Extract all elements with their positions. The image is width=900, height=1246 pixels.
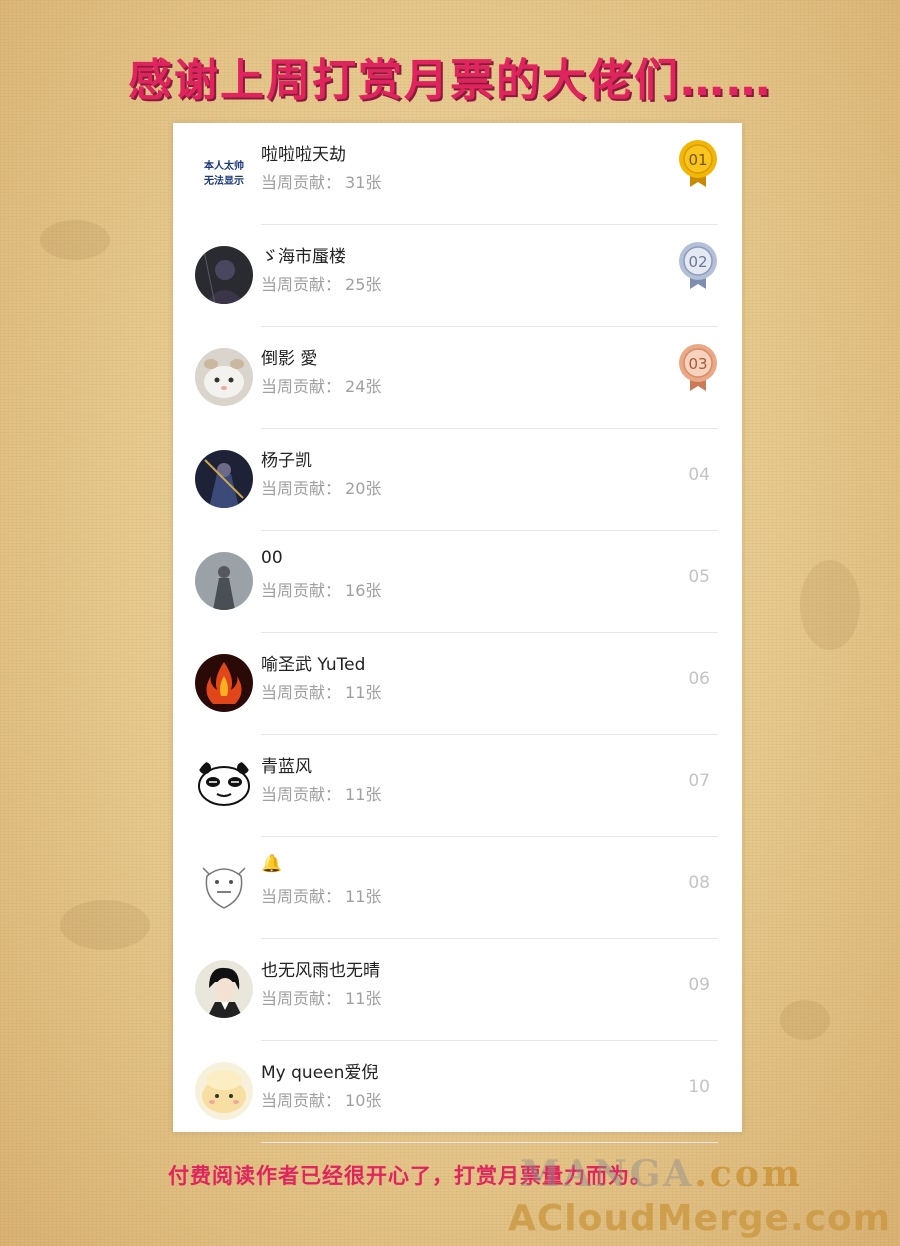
avatar — [195, 756, 253, 814]
vote-count: 16张 — [345, 581, 382, 600]
contribution: 当周贡献： 24张 — [261, 373, 381, 397]
rank-number: 05 — [688, 567, 710, 587]
avatar — [195, 246, 253, 304]
avatar: 本人太帅 无法显示 — [195, 144, 253, 202]
user-name: 也无风雨也无晴 — [261, 961, 380, 981]
leaderboard-row[interactable]: ゞ海市蜃楼 当周贡献： 25张 02 — [173, 225, 742, 327]
vote-count: 11张 — [345, 989, 382, 1008]
avatar — [195, 348, 253, 406]
watermark: MANGA.com — [520, 1153, 803, 1195]
contribution-label: 当周贡献： — [261, 989, 342, 1008]
silver-medal-icon: 02 — [678, 241, 718, 291]
avatar — [195, 960, 253, 1018]
leaderboard-card: 本人太帅 无法显示 啦啦啦天劫 当周贡献： 31张 01 ゞ海市蜃楼 当周贡献：… — [173, 123, 742, 1143]
svg-text:本人太帅: 本人太帅 — [204, 159, 244, 172]
paper-stain — [780, 1000, 830, 1040]
rank-number: 04 — [688, 465, 710, 485]
rank-number: 10 — [688, 1077, 710, 1097]
watermark-text: MANGA — [520, 1153, 695, 1195]
watermark-text: .com — [694, 1153, 803, 1195]
contribution: 当周贡献： 11张 — [261, 679, 381, 703]
rank-number: 03 — [688, 355, 707, 373]
avatar — [195, 858, 253, 916]
contribution-label: 当周贡献： — [261, 275, 342, 294]
user-name: 青蓝风 — [261, 757, 312, 777]
rank-number: 09 — [688, 975, 710, 995]
contribution: 当周贡献： 25张 — [261, 271, 381, 295]
user-name: ゞ海市蜃楼 — [261, 247, 346, 267]
contribution: 当周贡献： 10张 — [261, 1087, 381, 1111]
paper-stain — [800, 560, 860, 650]
rank-number: 02 — [688, 253, 707, 271]
rank-number: 01 — [688, 151, 707, 169]
contribution: 当周贡献： 11张 — [261, 781, 381, 805]
contribution-label: 当周贡献： — [261, 173, 342, 192]
leaderboard-row[interactable]: 杨子凯 当周贡献： 20张 04 — [173, 429, 742, 531]
contribution-label: 当周贡献： — [261, 785, 342, 804]
vote-count: 25张 — [345, 275, 382, 294]
contribution: 当周贡献： 31张 — [261, 169, 381, 193]
avatar — [195, 450, 253, 508]
user-name: 00 — [261, 548, 283, 568]
contribution-label: 当周贡献： — [261, 887, 342, 906]
vote-count: 11张 — [345, 683, 382, 702]
vote-count: 11张 — [345, 887, 382, 906]
rank-number: 08 — [688, 873, 710, 893]
contribution-label: 当周贡献： — [261, 479, 342, 498]
leaderboard-row[interactable]: My queen爱倪 当周贡献： 10张 10 — [173, 1041, 742, 1143]
paper-stain — [60, 900, 150, 950]
leaderboard-row[interactable]: 也无风雨也无晴 当周贡献： 11张 09 — [173, 939, 742, 1041]
contribution: 当周贡献： 20张 — [261, 475, 381, 499]
avatar — [195, 552, 253, 610]
avatar — [195, 1062, 253, 1120]
vote-count: 24张 — [345, 377, 382, 396]
leaderboard-row[interactable]: 青蓝风 当周贡献： 11张 07 — [173, 735, 742, 837]
divider — [261, 1142, 718, 1143]
contribution-label: 当周贡献： — [261, 1091, 342, 1110]
vote-count: 20张 — [345, 479, 382, 498]
user-name: 喻圣武 YuTed — [261, 655, 366, 675]
leaderboard-row[interactable]: 倒影 愛 当周贡献： 24张 03 — [173, 327, 742, 429]
leaderboard-row[interactable]: 00 当周贡献： 16张 05 — [173, 531, 742, 633]
contribution: 当周贡献： 11张 — [261, 883, 381, 907]
page-title: 感谢上周打赏月票的大佬们…… — [128, 55, 772, 106]
user-name: 啦啦啦天劫 — [261, 145, 346, 165]
leaderboard-row[interactable]: 🔔 当周贡献： 11张 08 — [173, 837, 742, 939]
rank-number: 06 — [688, 669, 710, 689]
user-name: 杨子凯 — [261, 451, 312, 471]
vote-count: 11张 — [345, 785, 382, 804]
paper-stain — [40, 220, 110, 260]
contribution: 当周贡献： 11张 — [261, 985, 381, 1009]
user-name: 倒影 愛 — [261, 349, 318, 369]
watermark: ACloudMerge.com — [508, 1198, 892, 1239]
vote-count: 10张 — [345, 1091, 382, 1110]
rank-number: 07 — [688, 771, 710, 791]
bronze-medal-icon: 03 — [678, 343, 718, 393]
contribution-label: 当周贡献： — [261, 683, 342, 702]
leaderboard-row[interactable]: 本人太帅 无法显示 啦啦啦天劫 当周贡献： 31张 01 — [173, 123, 742, 225]
leaderboard-row[interactable]: 喻圣武 YuTed 当周贡献： 11张 06 — [173, 633, 742, 735]
contribution-label: 当周贡献： — [261, 377, 342, 396]
gold-medal-icon: 01 — [678, 139, 718, 189]
avatar — [195, 654, 253, 712]
contribution-label: 当周贡献： — [261, 581, 342, 600]
user-name: 🔔 — [261, 854, 283, 874]
contribution: 当周贡献： 16张 — [261, 577, 381, 601]
vote-count: 31张 — [345, 173, 382, 192]
svg-text:无法显示: 无法显示 — [203, 174, 244, 187]
user-name: My queen爱倪 — [261, 1063, 379, 1083]
